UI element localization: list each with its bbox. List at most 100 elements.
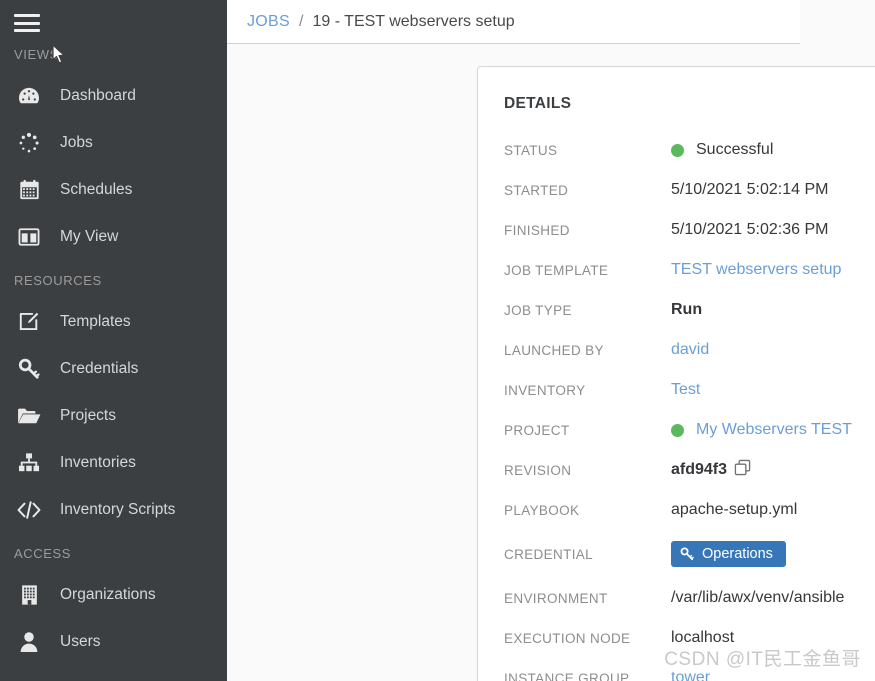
details-card-header: DETAILS	[504, 95, 875, 121]
hamburger-bar	[14, 14, 40, 17]
sidebar-item-dashboard[interactable]: Dashboard	[0, 72, 227, 119]
credential-chip-button[interactable]: Operations	[671, 541, 786, 567]
detail-label: REVISION	[504, 462, 572, 478]
sidebar-item-label: Templates	[60, 312, 131, 330]
job-template-link[interactable]: TEST webservers setup	[671, 261, 841, 279]
instance-group-link[interactable]: tower	[671, 669, 710, 681]
building-icon	[14, 582, 44, 608]
sidebar-section-resources: RESOURCES	[14, 273, 102, 288]
detail-row-inventory: INVENTORY Test	[504, 370, 875, 410]
sidebar-item-users[interactable]: Users	[0, 618, 227, 665]
sidebar-item-label: Projects	[60, 406, 116, 424]
details-rows: STATUS Successful STARTED 5/10/2021 5:02…	[504, 130, 875, 681]
detail-value: Run	[671, 301, 703, 318]
sidebar-item-label: Inventory Scripts	[60, 500, 176, 518]
sidebar-item-label: My View	[60, 227, 119, 245]
project-status-dot-icon	[671, 423, 684, 437]
sidebar-item-label: Dashboard	[60, 86, 136, 104]
detail-row-launched-by: LAUNCHED BY david	[504, 330, 875, 370]
sidebar-section-views: VIEWS	[14, 47, 59, 62]
sidebar-item-label: Organizations	[60, 585, 156, 603]
detail-value: /var/lib/awx/venv/ansible	[671, 589, 845, 606]
user-icon	[14, 629, 44, 655]
detail-label: STARTED	[504, 182, 569, 198]
credential-label: Operations	[702, 546, 773, 562]
detail-label: JOB TEMPLATE	[504, 262, 609, 278]
sidebar-item-projects[interactable]: Projects	[0, 392, 227, 439]
breadcrumb-current: 19 - TEST webservers setup	[312, 12, 515, 30]
detail-value: afd94f3	[671, 459, 751, 481]
detail-value: My Webservers TEST	[671, 421, 852, 439]
detail-label: LAUNCHED BY	[504, 342, 604, 358]
detail-value: 5/10/2021 5:02:14 PM	[671, 181, 829, 198]
status-text: Successful	[696, 141, 774, 158]
sidebar-item-label: Jobs	[60, 133, 93, 151]
folder-open-icon	[14, 403, 44, 429]
key-icon	[680, 547, 694, 561]
sidebar-item-credentials[interactable]: Credentials	[0, 345, 227, 392]
detail-row-job-type: JOB TYPE Run	[504, 290, 875, 330]
dashboard-icon	[14, 83, 44, 109]
sidebar-item-label: Users	[60, 632, 101, 650]
detail-label: INVENTORY	[504, 382, 586, 398]
detail-label: ENVIRONMENT	[504, 590, 608, 606]
detail-row-started: STARTED 5/10/2021 5:02:14 PM	[504, 170, 875, 210]
detail-value: apache-setup.yml	[671, 501, 798, 518]
pencil-square-icon	[14, 309, 44, 335]
launched-by-link[interactable]: david	[671, 341, 709, 359]
detail-row-revision: REVISION afd94f3	[504, 450, 875, 490]
detail-label: INSTANCE GROUP	[504, 670, 630, 681]
detail-row-instance-group: INSTANCE GROUP tower	[504, 658, 875, 681]
detail-row-execution-node: EXECUTION NODE localhost	[504, 618, 875, 658]
calendar-icon	[14, 177, 44, 203]
sidebar-item-my-view[interactable]: My View	[0, 213, 227, 260]
breadcrumb-jobs-link[interactable]: JOBS	[247, 13, 290, 31]
sidebar-item-label: Schedules	[60, 180, 133, 198]
inventory-link[interactable]: Test	[671, 381, 700, 399]
detail-label: STATUS	[504, 142, 558, 158]
detail-value: Operations	[671, 541, 786, 567]
breadcrumb-separator: /	[299, 12, 304, 30]
hamburger-bar	[14, 21, 40, 25]
spinner-icon	[14, 130, 44, 156]
hamburger-menu-icon[interactable]	[14, 12, 40, 34]
sidebar-item-schedules[interactable]: Schedules	[0, 166, 227, 213]
detail-row-finished: FINISHED 5/10/2021 5:02:36 PM	[504, 210, 875, 250]
job-details-card: DETAILS STATUS Successful STARTED 5/10/2…	[477, 66, 875, 681]
detail-row-status: STATUS Successful	[504, 130, 875, 170]
sitemap-icon	[14, 450, 44, 476]
breadcrumb: JOBS / 19 - TEST webservers setup	[227, 0, 800, 44]
copy-icon[interactable]	[734, 459, 751, 481]
detail-label: PLAYBOOK	[504, 502, 580, 518]
detail-row-environment: ENVIRONMENT /var/lib/awx/venv/ansible	[504, 578, 875, 618]
revision-hash: afd94f3	[671, 461, 728, 478]
detail-label: PROJECT	[504, 422, 570, 438]
main-content: JOBS / 19 - TEST webservers setup DETAIL…	[227, 0, 875, 681]
detail-label: CREDENTIAL	[504, 546, 594, 562]
detail-row-credential: CREDENTIAL Operations	[504, 530, 875, 578]
detail-label: FINISHED	[504, 222, 570, 238]
sidebar-item-label: Credentials	[60, 359, 139, 377]
sidebar-section-access: ACCESS	[14, 546, 72, 561]
detail-label: EXECUTION NODE	[504, 630, 631, 646]
sidebar-item-jobs[interactable]: Jobs	[0, 119, 227, 166]
key-icon	[14, 356, 44, 382]
columns-icon	[14, 224, 44, 250]
sidebar-item-organizations[interactable]: Organizations	[0, 571, 227, 618]
sidebar-item-templates[interactable]: Templates	[0, 298, 227, 345]
detail-row-playbook: PLAYBOOK apache-setup.yml	[504, 490, 875, 530]
detail-row-project: PROJECT My Webservers TEST	[504, 410, 875, 450]
sidebar-item-label: Inventories	[60, 453, 136, 471]
details-title: DETAILS	[504, 95, 572, 112]
detail-value: Successful	[671, 141, 773, 159]
sidebar-item-inventory-scripts[interactable]: Inventory Scripts	[0, 486, 227, 533]
code-icon	[14, 497, 44, 523]
awx-job-details-page: VIEWS Dashboard Jobs Schedules My View R…	[0, 0, 875, 681]
sidebar: VIEWS Dashboard Jobs Schedules My View R…	[0, 0, 227, 681]
project-link[interactable]: My Webservers TEST	[696, 421, 852, 439]
detail-value: localhost	[671, 629, 735, 646]
detail-value: 5/10/2021 5:02:36 PM	[671, 221, 829, 238]
status-dot-icon	[671, 143, 684, 157]
hamburger-bar	[14, 29, 40, 32]
sidebar-item-inventories[interactable]: Inventories	[0, 439, 227, 486]
